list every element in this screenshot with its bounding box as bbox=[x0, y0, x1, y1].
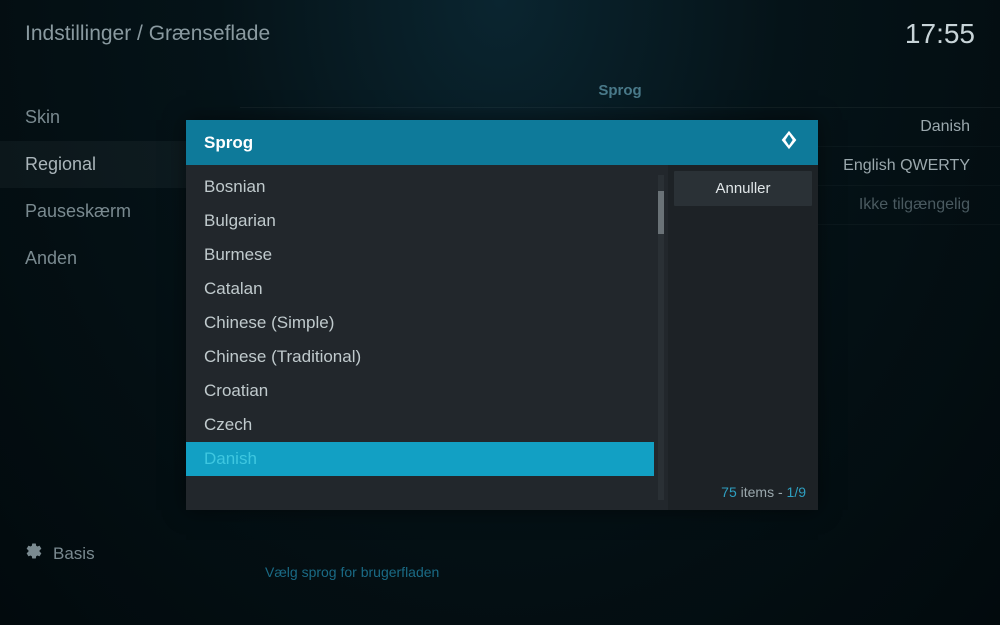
breadcrumb: Indstillinger / Grænseflade bbox=[25, 22, 270, 46]
list-item[interactable]: Chinese (Simple) bbox=[186, 306, 654, 340]
list-item[interactable]: Chinese (Traditional) bbox=[186, 340, 654, 374]
kodi-logo-icon bbox=[778, 129, 800, 156]
list-item[interactable]: Croatian bbox=[186, 374, 654, 408]
clock: 17:55 bbox=[905, 18, 975, 50]
language-list[interactable]: BosnianBulgarianBurmeseCatalanChinese (S… bbox=[186, 170, 654, 505]
list-item[interactable]: Catalan bbox=[186, 272, 654, 306]
action-pane: Annuller 75 items - 1/9 bbox=[668, 165, 818, 510]
item-count: 75 bbox=[721, 484, 737, 500]
list-item[interactable]: Danish bbox=[186, 442, 654, 476]
language-dialog: Sprog BosnianBulgarianBurmeseCatalanChin… bbox=[186, 120, 818, 510]
gear-icon bbox=[25, 542, 43, 565]
cancel-button[interactable]: Annuller bbox=[674, 171, 812, 206]
settings-level-label: Basis bbox=[53, 544, 95, 564]
dialog-body: BosnianBulgarianBurmeseCatalanChinese (S… bbox=[186, 165, 818, 510]
scrollbar-thumb[interactable] bbox=[658, 191, 664, 233]
items-word: items - bbox=[737, 484, 787, 500]
page-indicator: 1/9 bbox=[787, 484, 806, 500]
list-item[interactable]: Bosnian bbox=[186, 170, 654, 204]
page-counter: 75 items - 1/9 bbox=[674, 480, 812, 504]
header: Indstillinger / Grænseflade 17:55 bbox=[0, 0, 1000, 64]
list-item[interactable]: Burmese bbox=[186, 238, 654, 272]
section-header: Sprog bbox=[240, 74, 1000, 108]
list-item[interactable]: Bulgarian bbox=[186, 204, 654, 238]
dialog-title: Sprog bbox=[204, 133, 253, 153]
footer-hint: Vælg sprog for brugerfladen bbox=[265, 564, 439, 580]
scrollbar[interactable] bbox=[658, 175, 664, 500]
list-pane: BosnianBulgarianBurmeseCatalanChinese (S… bbox=[186, 165, 668, 510]
settings-level[interactable]: Basis bbox=[25, 542, 95, 565]
list-item[interactable]: Czech bbox=[186, 408, 654, 442]
dialog-header: Sprog bbox=[186, 120, 818, 165]
